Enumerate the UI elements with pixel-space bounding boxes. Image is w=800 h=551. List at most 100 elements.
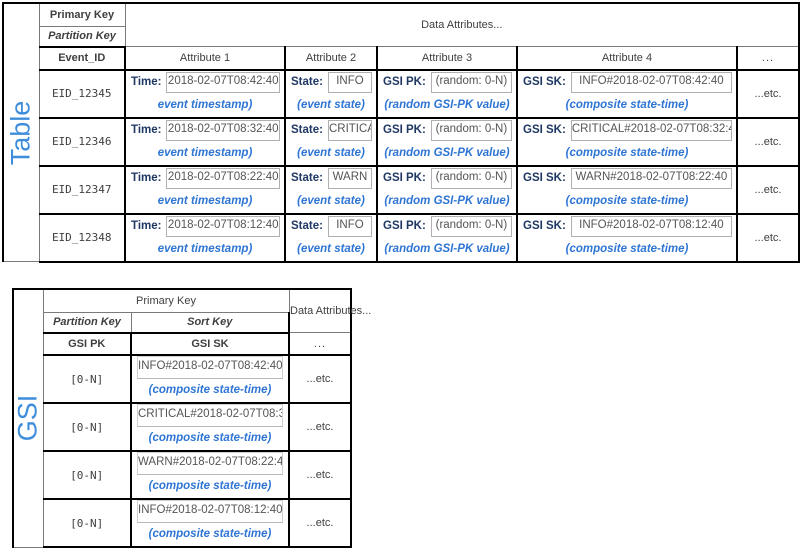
gsi-sk-caption: (composite state-time) (148, 384, 272, 396)
gsi-partition-key-header: Partition Key (42, 312, 132, 334)
gsi-cell-sk: WARN#2018-02-07T08:22:40 (composite stat… (130, 450, 290, 500)
gsi-sk-caption: (composite state-time) (565, 194, 689, 207)
table-cell-state: State: CRITICAL (event state) (284, 116, 378, 166)
table-cell-gsi-pk: GSI PK: (random: 0-N) (random GSI-PK val… (376, 164, 518, 214)
gsi-sk-value: CRITICAL#2018-02-07T08:32:40 (570, 119, 732, 141)
gsi-cell-pk: [0-N] (42, 354, 132, 404)
gsi-header-row-columns: GSI PK GSI SK ... (13, 332, 352, 356)
table-column-attribute-4: Attribute 4 (516, 46, 738, 71)
table-primary-key-header: Primary Key (38, 2, 126, 28)
gsi-cell-etc: ...etc. (288, 498, 352, 548)
time-label: Time: (131, 172, 162, 184)
gsi-sk-caption: (composite state-time) (148, 528, 272, 540)
table-column-more: ... (736, 46, 800, 71)
table-cell-event-id: EID_12346 (38, 116, 126, 166)
gsi-sk-caption: (composite state-time) (148, 432, 272, 444)
gsi-pk-caption: (random GSI-PK value) (384, 194, 510, 207)
state-label: State: (291, 220, 323, 232)
gsi-sk-value: WARN#2018-02-07T08:22:40 (137, 452, 283, 475)
time-label: Time: (131, 76, 162, 88)
gsi-row: [0-N] INFO#2018-02-07T08:42:40 (composit… (13, 354, 352, 404)
gsi-cell-etc: ...etc. (288, 402, 352, 452)
table-data-attributes-header: Data Attributes... (124, 2, 800, 47)
table-column-event-id: Event_ID (38, 46, 126, 71)
gsi-pk-caption: (random GSI-PK value) (384, 242, 510, 255)
gsi-sk-label: GSI SK: (523, 124, 566, 136)
gsi-sk-caption: (composite state-time) (565, 98, 689, 111)
table-row: EID_12348 Time: 2018-02-07T08:12:40 even… (3, 212, 800, 263)
table-cell-event-id: EID_12345 (38, 69, 126, 118)
gsi-sk-value: INFO#2018-02-07T08:42:40 (570, 71, 732, 93)
gsi-sort-key-header: Sort Key (130, 312, 290, 334)
state-caption: (event state) (297, 98, 365, 111)
gsi-side-label-text: GSI (12, 394, 43, 442)
table-cell-gsi-pk: GSI PK: (random: 0-N) (random GSI-PK val… (376, 116, 518, 166)
gsi-cell-etc: ...etc. (288, 450, 352, 500)
time-caption: event timestamp) (157, 194, 253, 207)
table-cell-event-id: EID_12348 (38, 212, 126, 263)
gsi-column-sk: GSI SK (130, 332, 290, 356)
time-label: Time: (131, 220, 162, 232)
gsi-row: [0-N] WARN#2018-02-07T08:22:40 (composit… (13, 450, 352, 500)
table-cell-gsi-sk: GSI SK: INFO#2018-02-07T08:12:40 (compos… (516, 212, 738, 263)
time-value: 2018-02-07T08:32:40 (166, 119, 280, 141)
table-row: EID_12347 Time: 2018-02-07T08:22:40 even… (3, 164, 800, 214)
gsi-pk-label: GSI PK: (383, 220, 426, 232)
state-label: State: (291, 76, 323, 88)
gsi-sk-value: INFO#2018-02-07T08:12:40 (137, 500, 283, 523)
gsi-cell-pk: [0-N] (42, 498, 132, 548)
gsi-section: GSI Primary Key Data Attributes... Parti… (12, 288, 371, 548)
gsi-pk-caption: (random GSI-PK value) (384, 146, 510, 159)
time-value: 2018-02-07T08:42:40 (166, 71, 280, 93)
gsi-data-attributes-header: Data Attributes... (288, 288, 371, 333)
table-header-row-primary: Table Primary Key Data Attributes... (2, 2, 800, 262)
state-value: INFO (327, 71, 372, 93)
state-caption: (event state) (297, 146, 365, 159)
gsi-sk-label: GSI SK: (523, 220, 566, 232)
table-cell-time: Time: 2018-02-07T08:42:40 event timestam… (124, 69, 286, 118)
table-cell-gsi-pk: GSI PK: (random: 0-N) (random GSI-PK val… (376, 212, 518, 263)
gsi-sk-value: CRITICAL#2018-02-07T08:32:40 (137, 404, 283, 427)
table-side-label: Table (2, 2, 40, 262)
time-value: 2018-02-07T08:22:40 (166, 167, 280, 189)
gsi-row: [0-N] INFO#2018-02-07T08:12:40 (composit… (13, 498, 352, 548)
gsi-cell-pk: [0-N] (42, 402, 132, 452)
gsi-column-more: ... (288, 332, 352, 356)
gsi-primary-key-header: Primary Key (42, 288, 290, 314)
table-cell-etc: ...etc. (736, 69, 800, 118)
table-cell-event-id: EID_12347 (38, 164, 126, 214)
gsi-sk-caption: (composite state-time) (565, 242, 689, 255)
gsi-header-row-primary: GSI Primary Key Data Attributes... (12, 288, 371, 548)
gsi-sk-value: WARN#2018-02-07T08:22:40 (570, 167, 732, 189)
table-cell-state: State: WARN (event state) (284, 164, 378, 214)
gsi-sk-caption: (composite state-time) (565, 146, 689, 159)
state-label: State: (291, 172, 323, 184)
gsi-pk-value: (random: 0-N) (430, 167, 512, 189)
gsi-row: [0-N] CRITICAL#2018-02-07T08:32:40 (comp… (13, 402, 352, 452)
gsi-cell-sk: CRITICAL#2018-02-07T08:32:40 (composite … (130, 402, 290, 452)
state-label: State: (291, 124, 323, 136)
gsi-cell-sk: INFO#2018-02-07T08:42:40 (composite stat… (130, 354, 290, 404)
time-caption: event timestamp) (157, 242, 253, 255)
gsi-sk-value: INFO#2018-02-07T08:12:40 (570, 215, 732, 237)
gsi-cell-pk: [0-N] (42, 450, 132, 500)
table-header-row-columns: Event_ID Attribute 1 Attribute 2 Attribu… (3, 46, 800, 71)
table-cell-etc: ...etc. (736, 116, 800, 166)
table-cell-gsi-sk: GSI SK: INFO#2018-02-07T08:42:40 (compos… (516, 69, 738, 118)
gsi-pk-caption: (random GSI-PK value) (384, 98, 510, 111)
table-cell-gsi-sk: GSI SK: WARN#2018-02-07T08:22:40 (compos… (516, 164, 738, 214)
state-caption: (event state) (297, 242, 365, 255)
table-cell-etc: ...etc. (736, 164, 800, 214)
table-cell-state: State: INFO (event state) (284, 212, 378, 263)
state-caption: (event state) (297, 194, 365, 207)
state-value: WARN (327, 167, 372, 189)
table-cell-gsi-pk: GSI PK: (random: 0-N) (random GSI-PK val… (376, 69, 518, 118)
table-cell-time: Time: 2018-02-07T08:12:40 event timestam… (124, 212, 286, 263)
gsi-sk-label: GSI SK: (523, 76, 566, 88)
gsi-pk-label: GSI PK: (383, 124, 426, 136)
gsi-pk-value: (random: 0-N) (430, 71, 512, 93)
table-section: Table Primary Key Data Attributes... Par… (2, 2, 800, 263)
gsi-cell-etc: ...etc. (288, 354, 352, 404)
table-cell-time: Time: 2018-02-07T08:22:40 event timestam… (124, 164, 286, 214)
gsi-pk-value: (random: 0-N) (430, 215, 512, 237)
